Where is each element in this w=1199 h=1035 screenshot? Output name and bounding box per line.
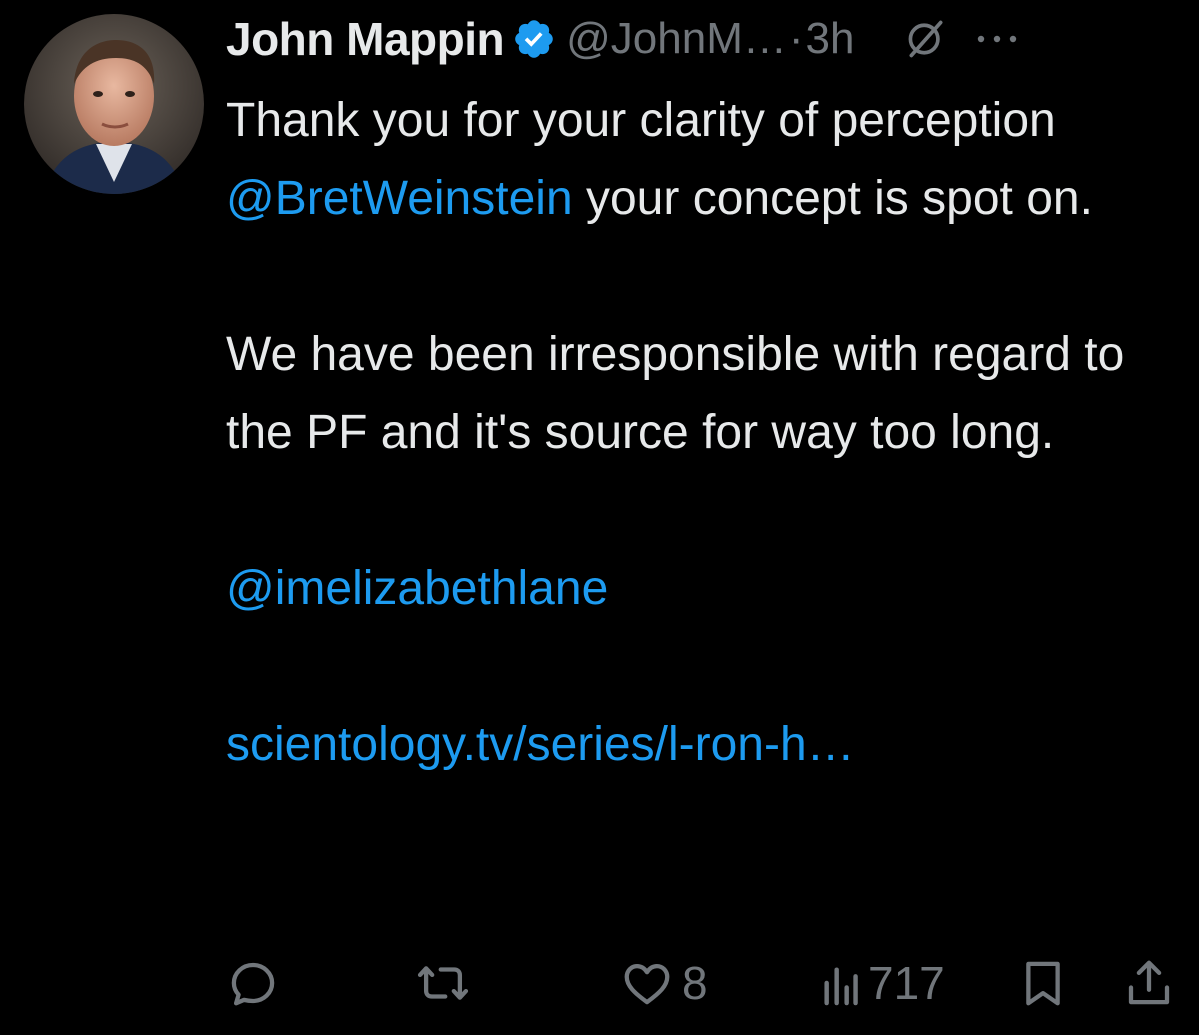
separator-dot: · xyxy=(788,14,804,63)
views-count: 717 xyxy=(868,957,945,1009)
reply-button[interactable] xyxy=(226,950,288,1016)
url-link[interactable]: scientology.tv/series/l-ron-h… xyxy=(226,718,855,771)
avatar-photo xyxy=(24,14,204,194)
verified-badge-icon xyxy=(515,20,553,58)
bookmark-button[interactable] xyxy=(1016,950,1070,1016)
share-button[interactable] xyxy=(1122,950,1176,1016)
author-handle[interactable]: @JohnM… xyxy=(566,14,787,64)
mention-link[interactable]: @imelizabethlane xyxy=(226,562,608,615)
more-icon[interactable] xyxy=(974,29,1020,49)
retweet-button[interactable] xyxy=(416,950,478,1016)
tweet-paragraph: @imelizabethlane xyxy=(226,550,1166,628)
tweet-paragraph: Thank you for your clarity of perception… xyxy=(226,82,1166,238)
bookmark-icon xyxy=(1026,961,1060,1006)
grok-icon[interactable] xyxy=(904,17,948,61)
tweet-paragraph: scientology.tv/series/l-ron-h… xyxy=(226,706,1166,784)
tweet-text-segment: your concept is spot on. xyxy=(572,172,1093,225)
retweet-icon xyxy=(417,966,469,1000)
author-name[interactable]: John Mappin xyxy=(226,12,505,66)
tweet-text-segment: Thank you for your clarity of perception xyxy=(226,94,1056,147)
like-count: 8 xyxy=(682,957,708,1009)
views-icon xyxy=(824,967,858,1006)
tweet-text: Thank you for your clarity of perception… xyxy=(226,82,1166,784)
share-icon xyxy=(1128,960,1170,1005)
reply-icon xyxy=(231,962,275,1006)
timestamp[interactable]: 3h xyxy=(806,14,855,64)
avatar[interactable] xyxy=(24,14,204,194)
tweet-header: John Mappin @JohnM… · 3h xyxy=(226,4,1185,74)
mention-link[interactable]: @BretWeinstein xyxy=(226,172,573,225)
like-button[interactable]: 8 xyxy=(620,950,708,1016)
tweet-paragraph: We have been irresponsible with regard t… xyxy=(226,328,1125,459)
action-bar: 8 717 xyxy=(226,950,1186,1016)
heart-icon xyxy=(624,963,670,1005)
views-button[interactable]: 717 xyxy=(820,950,945,1016)
